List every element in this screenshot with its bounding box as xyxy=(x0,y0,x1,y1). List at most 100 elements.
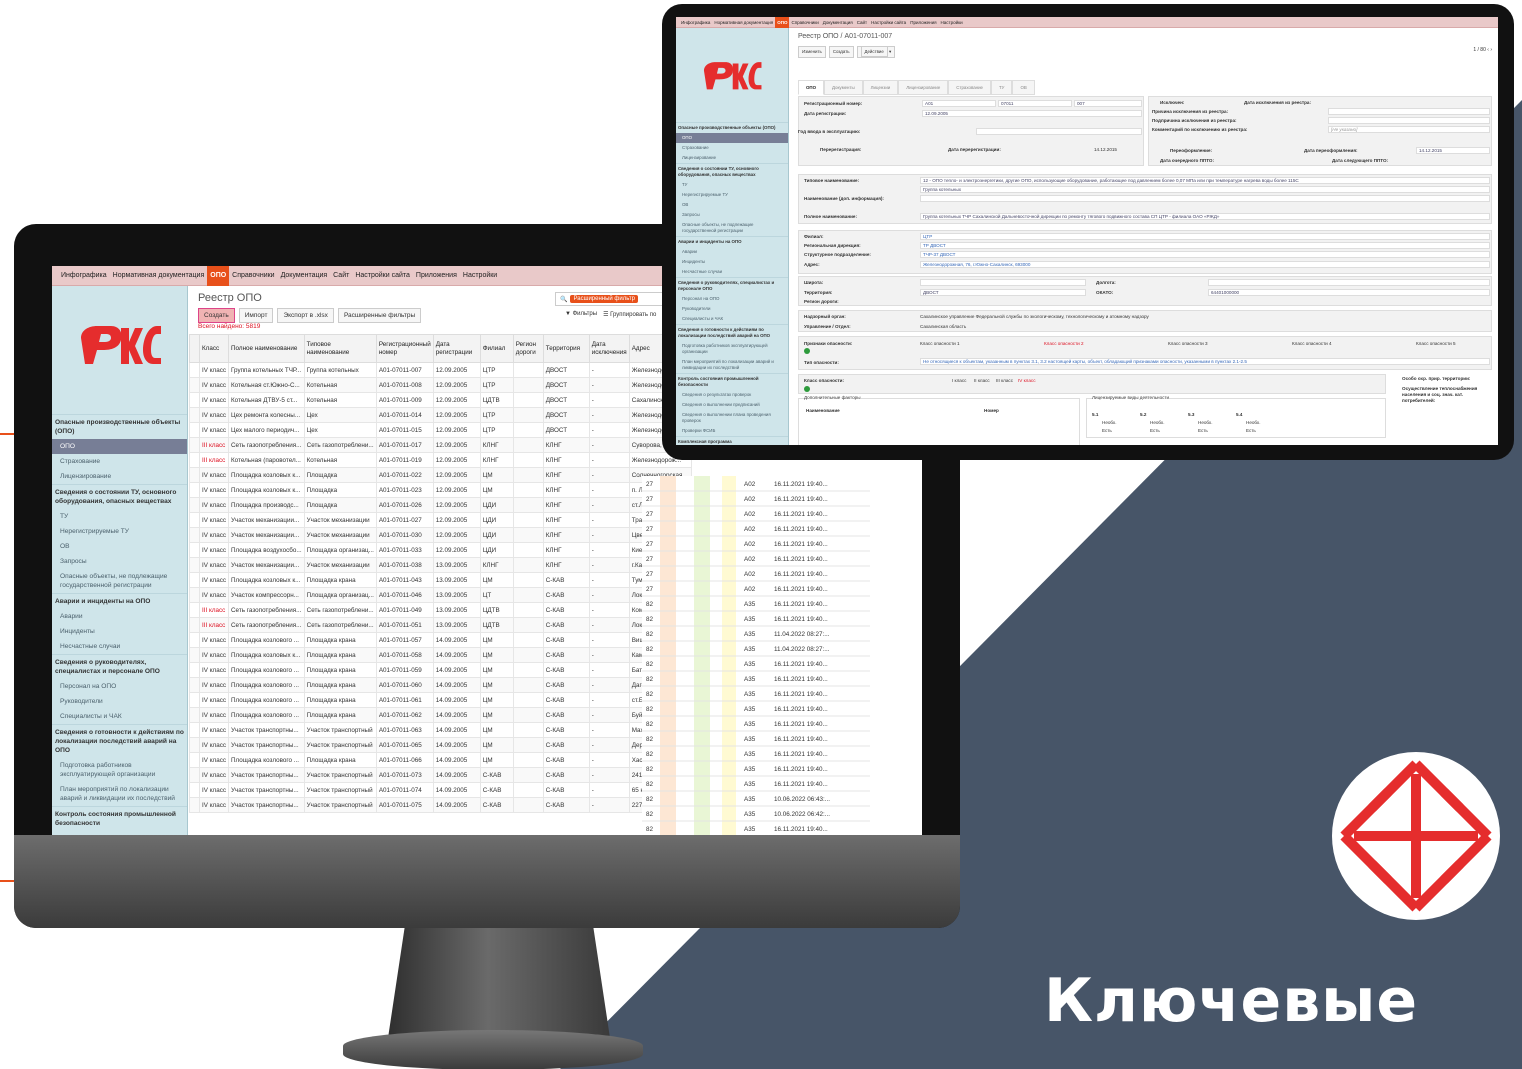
tab[interactable]: ТУ xyxy=(991,80,1013,95)
column-header[interactable]: Регион дороги xyxy=(512,334,544,363)
full-name-field[interactable]: Группа котельных ТЧР Сахалинской Дальнев… xyxy=(920,213,1490,220)
filters-dropdown[interactable]: ▼ Фильтры xyxy=(565,311,597,318)
table-row[interactable]: IV класс Площадка козловых к... Площадка к… xyxy=(189,647,692,663)
sidebar-item[interactable]: Страхование xyxy=(52,454,187,469)
sidebar-item[interactable]: Сведения о результатах проверок xyxy=(52,831,187,835)
excl-comment-field[interactable]: [Не указано] xyxy=(1328,126,1490,133)
menu-item[interactable]: Приложения xyxy=(908,17,938,28)
reform-date-field[interactable]: 14.12.2015 xyxy=(1416,147,1490,154)
table-row[interactable]: IV класс Участок компрессорн... Площадка о… xyxy=(189,587,692,603)
sidebar-item[interactable]: Запросы xyxy=(676,210,788,220)
menu-item[interactable]: Сайт xyxy=(855,17,869,28)
table-row[interactable]: III класс Сеть газопотребления... Сеть газ… xyxy=(189,602,692,618)
table-row[interactable]: IV класс Площадка козлового ... Площадка к… xyxy=(189,692,692,708)
tab[interactable]: Документы xyxy=(824,80,863,95)
menu-item[interactable]: Документация xyxy=(278,266,331,286)
row-checkbox[interactable] xyxy=(189,557,200,573)
sidebar-item[interactable]: План мероприятий по локализации аварий и… xyxy=(676,357,788,373)
sidebar-item[interactable]: Сведения о выполнении плана проведения п… xyxy=(676,410,788,426)
sidebar-item[interactable]: Специалисты и ЧАК xyxy=(676,314,788,324)
column-header[interactable]: Дата исключения xyxy=(588,334,630,363)
latitude-field[interactable] xyxy=(920,279,1086,286)
reg-number-part-2[interactable]: 07011 xyxy=(998,100,1072,107)
hazard-class-option[interactable]: Класс опасности 2 xyxy=(1044,341,1084,346)
sidebar-item[interactable]: Опасные объекты, не подлежащие государст… xyxy=(676,220,788,236)
table-row[interactable]: IV класс Площадка козлового ... Площадка к… xyxy=(189,752,692,768)
column-header[interactable]: Филиал xyxy=(479,334,514,363)
group-by-dropdown[interactable]: ☰ Группировать по xyxy=(603,311,656,318)
menu-item[interactable]: Справочники xyxy=(789,17,820,28)
menu-item[interactable]: Настройки сайта xyxy=(869,17,908,28)
lic-have-option[interactable]: Есть xyxy=(1150,428,1160,433)
row-checkbox[interactable] xyxy=(189,632,200,648)
sidebar-item[interactable]: ОПО xyxy=(52,439,187,454)
type-name-field[interactable]: 12 - ОПО тепло- и электроэнергетики, дру… xyxy=(920,177,1490,184)
row-checkbox[interactable] xyxy=(189,392,200,408)
territory-field[interactable]: ДВОСТ xyxy=(920,289,1086,296)
sidebar-item[interactable]: Нерегистрируемые ТУ xyxy=(676,190,788,200)
select-all-checkbox[interactable] xyxy=(189,334,200,363)
table-row[interactable]: IV класс Котельная ДТВУ-5 ст... Котельная А… xyxy=(189,392,692,408)
sidebar-item[interactable]: Подготовка работников эксплуатирующей ор… xyxy=(676,341,788,357)
row-checkbox[interactable] xyxy=(189,482,200,498)
excl-subreason-field[interactable] xyxy=(1328,117,1490,124)
lic-need-option[interactable]: Необх. xyxy=(1102,420,1116,425)
row-checkbox[interactable] xyxy=(189,452,200,468)
table-row[interactable]: IV класс Площадка козлового ... Площадка к… xyxy=(189,707,692,723)
sidebar-item[interactable]: Инциденты xyxy=(676,257,788,267)
lic-need-option[interactable]: Необх. xyxy=(1198,420,1212,425)
sidebar-item[interactable]: ОПО xyxy=(676,133,788,143)
row-checkbox[interactable] xyxy=(189,362,200,378)
sidebar-item[interactable]: Страхование xyxy=(676,143,788,153)
table-row[interactable]: IV класс Площадка козлового ... Площадка к… xyxy=(189,662,692,678)
table-row[interactable]: IV класс Участок транспортны... Участок тр… xyxy=(189,737,692,753)
tab[interactable]: Лицензирование xyxy=(898,80,949,95)
menu-item[interactable]: Настройки xyxy=(939,17,965,28)
menu-item[interactable]: Документация xyxy=(821,17,855,28)
table-row[interactable]: IV класс Группа котельных ТЧР... Группа ко… xyxy=(189,362,692,378)
row-checkbox[interactable] xyxy=(189,572,200,588)
commission-year-field[interactable] xyxy=(976,128,1142,135)
sidebar-item[interactable]: ТУ xyxy=(52,509,187,524)
table-row[interactable]: IV класс Площадка производс... Площадка А01… xyxy=(189,497,692,513)
table-row[interactable]: IV класс Площадка козлового ... Площадка к… xyxy=(189,677,692,693)
table-row[interactable]: III класс Сеть газопотребления... Сеть газ… xyxy=(189,437,692,453)
menu-item[interactable]: Настройки сайта xyxy=(352,266,413,286)
hazard-class-option[interactable]: Класс опасности 4 xyxy=(1292,341,1332,346)
column-header[interactable]: Класс xyxy=(199,334,229,363)
column-header[interactable]: Дата регистрации xyxy=(432,334,481,363)
lic-need-option[interactable]: Необх. xyxy=(1150,420,1164,425)
longitude-field[interactable] xyxy=(1208,279,1490,286)
table-row[interactable]: IV класс Площадка козловых к... Площадка А0… xyxy=(189,482,692,498)
row-checkbox[interactable] xyxy=(189,737,200,753)
export-button[interactable]: Экспорт в .xlsx xyxy=(277,308,334,323)
row-checkbox[interactable] xyxy=(189,692,200,708)
table-row[interactable]: IV класс Цех ремонта колесны... Цех А01-070… xyxy=(189,407,692,423)
row-checkbox[interactable] xyxy=(189,617,200,633)
advanced-filters-button[interactable]: Расширенные фильтры xyxy=(337,308,422,323)
row-checkbox[interactable] xyxy=(189,602,200,618)
table-row[interactable]: III класс Котельная (паровотел... Котельна… xyxy=(189,452,692,468)
sidebar-item[interactable]: ТУ xyxy=(676,180,788,190)
danger-class-option[interactable]: I класс xyxy=(952,378,966,383)
excl-reason-field[interactable] xyxy=(1328,108,1490,115)
next-page-icon[interactable]: › xyxy=(1490,47,1492,53)
lic-need-option[interactable]: Необх. xyxy=(1246,420,1260,425)
sidebar-item[interactable]: Персонал на ОПО xyxy=(52,679,187,694)
row-checkbox[interactable] xyxy=(189,497,200,513)
menu-item[interactable]: Нормативная документация xyxy=(110,266,208,286)
table-row[interactable]: IV класс Площадка козловых к... Площадка А0… xyxy=(189,467,692,483)
tab[interactable]: Лицензии xyxy=(862,80,899,95)
branch-field[interactable]: ЦТР xyxy=(920,233,1490,240)
reg-number-part-1[interactable]: А01 xyxy=(922,100,996,107)
address-field[interactable]: Железнодорожная, 76, г.Южно-Сахалинск, 6… xyxy=(920,261,1490,268)
column-header[interactable]: Территория xyxy=(542,334,590,363)
column-header[interactable]: Полное наименование xyxy=(228,334,305,363)
sidebar-item[interactable]: Персонал на ОПО xyxy=(676,294,788,304)
sidebar-item[interactable]: ОВ xyxy=(676,200,788,210)
create-button[interactable]: Создать xyxy=(828,46,854,58)
reg-date-field[interactable]: 12.09.2005 xyxy=(922,110,1142,117)
sidebar-item[interactable]: Несчастные случаи xyxy=(52,639,187,654)
create-button[interactable]: Создать xyxy=(198,308,235,323)
hazard-type-field[interactable]: Не относящиеся к объектам, указанным в п… xyxy=(920,358,1490,365)
